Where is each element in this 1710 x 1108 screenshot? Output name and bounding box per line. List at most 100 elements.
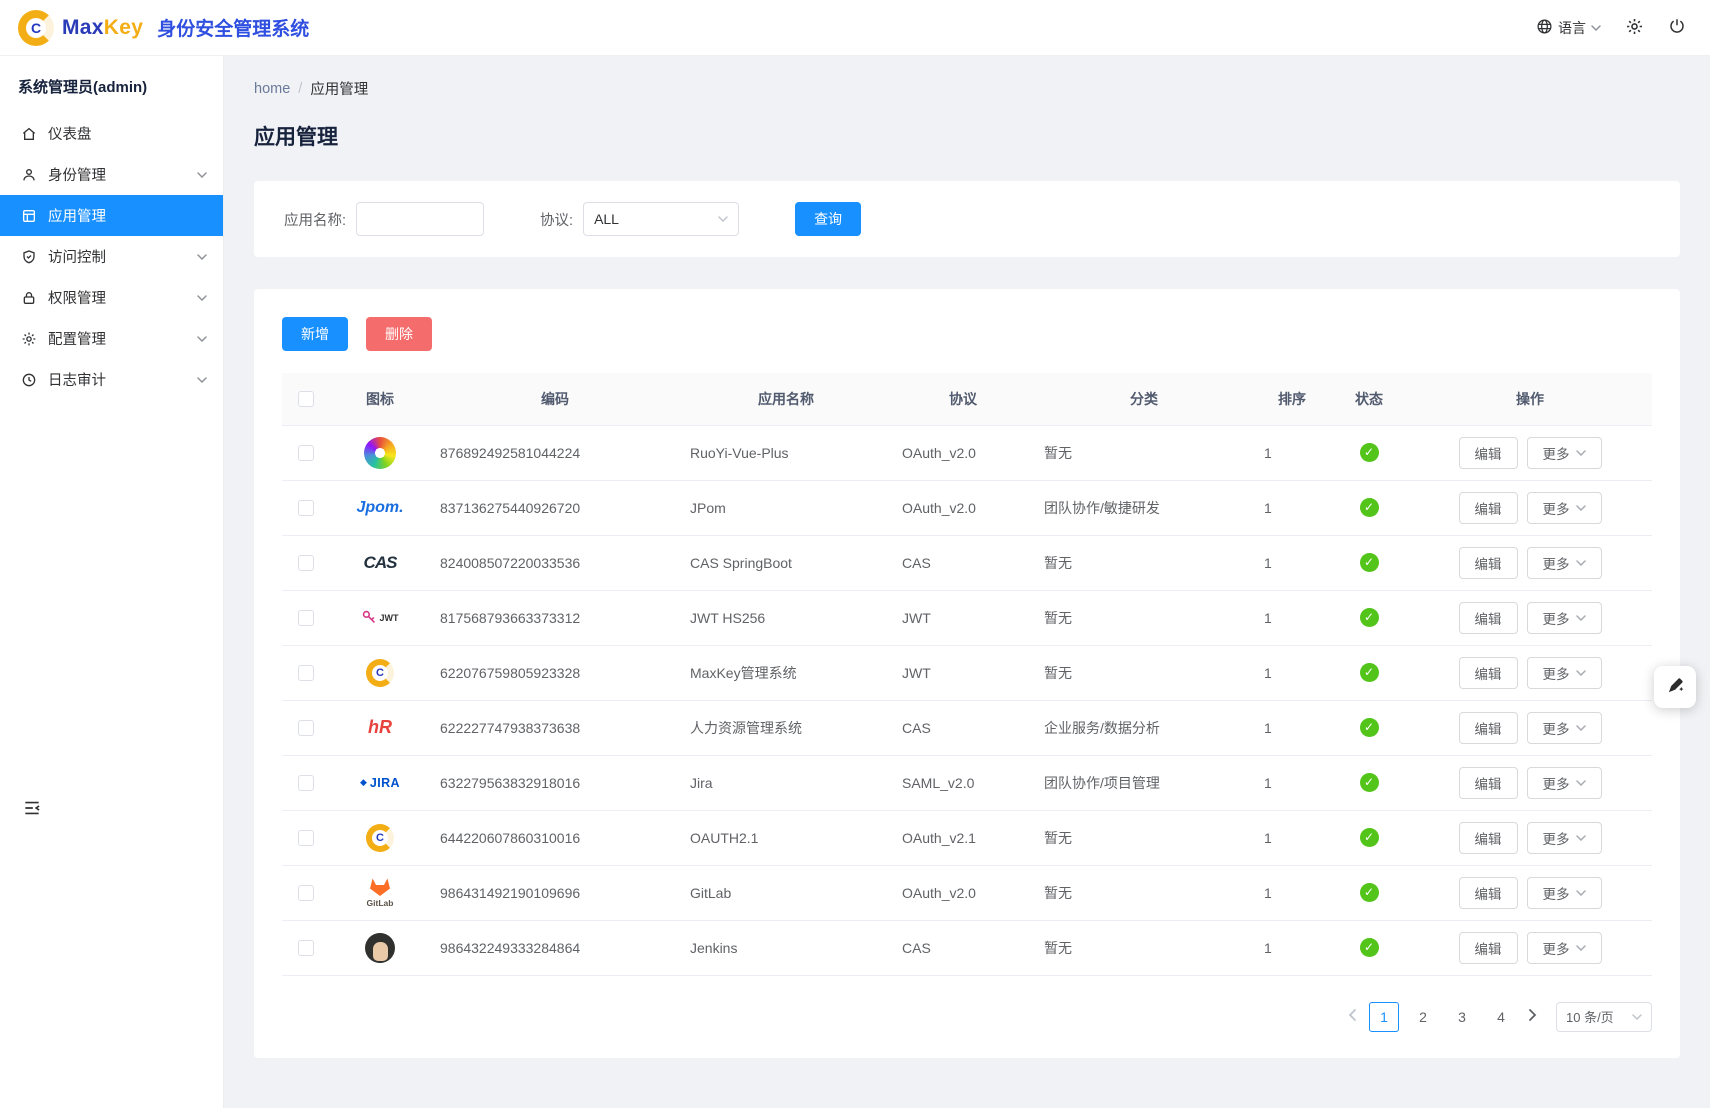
filter-panel: 应用名称: 协议: ALL 查询 (254, 181, 1680, 257)
protocol-label: 协议: (540, 209, 573, 230)
next-page-button[interactable] (1525, 1005, 1541, 1028)
page-button-1[interactable]: 1 (1369, 1002, 1399, 1032)
gitlab-logo-icon: GitLab (340, 877, 420, 908)
app-sort: 1 (1254, 535, 1330, 590)
chevron-down-icon (1576, 450, 1586, 456)
col-header-status: 状态 (1330, 373, 1408, 425)
app-protocol: OAuth_v2.0 (892, 865, 1034, 920)
search-button[interactable]: 查询 (795, 202, 861, 236)
more-button[interactable]: 更多 (1527, 932, 1602, 964)
configuration-icon (21, 331, 37, 347)
sidebar-item-configuration[interactable]: 配置管理 (0, 318, 223, 359)
sidebar-item-dashboard[interactable]: 仪表盘 (0, 113, 223, 154)
add-button[interactable]: 新增 (282, 317, 348, 351)
status-active-icon (1360, 828, 1379, 847)
app-category: 暂无 (1034, 425, 1254, 480)
row-checkbox[interactable] (298, 940, 314, 956)
settings-button[interactable] (1625, 17, 1644, 39)
dashboard-icon (21, 126, 37, 142)
brand-subtitle: 身份安全管理系统 (157, 14, 309, 41)
floating-annotation-tool-button[interactable] (1654, 666, 1696, 708)
select-all-checkbox[interactable] (298, 391, 314, 407)
more-button[interactable]: 更多 (1527, 437, 1602, 469)
app-name: OAUTH2.1 (680, 810, 892, 865)
status-active-icon (1360, 608, 1379, 627)
table-row: GitLab 986431492190109696 GitLab OAuth_v… (282, 865, 1652, 920)
edit-button[interactable]: 编辑 (1459, 712, 1518, 744)
sidebar-item-permissions[interactable]: 权限管理 (0, 277, 223, 318)
logout-button[interactable] (1668, 17, 1686, 38)
row-checkbox[interactable] (298, 720, 314, 736)
more-button[interactable]: 更多 (1527, 657, 1602, 689)
edit-button[interactable]: 编辑 (1459, 932, 1518, 964)
collapse-sidebar-button[interactable] (22, 798, 42, 821)
more-button[interactable]: 更多 (1527, 877, 1602, 909)
chevron-down-icon (1576, 560, 1586, 566)
chevron-down-icon (197, 377, 207, 383)
chevron-left-icon (1348, 1009, 1356, 1024)
row-checkbox[interactable] (298, 830, 314, 846)
app-protocol: OAuth_v2.1 (892, 810, 1034, 865)
page-size-select[interactable]: 10 条/页 (1556, 1002, 1652, 1032)
breadcrumb-home-link[interactable]: home (254, 81, 290, 97)
table-panel: 新增 删除 图标 编码 应用名称 协议 分类 (254, 289, 1680, 1058)
row-checkbox[interactable] (298, 445, 314, 461)
status-active-icon (1360, 773, 1379, 792)
menu-fold-icon (22, 805, 42, 821)
page-button-4[interactable]: 4 (1486, 1002, 1516, 1032)
row-checkbox[interactable] (298, 665, 314, 681)
sidebar-item-identity[interactable]: 身份管理 (0, 154, 223, 195)
chevron-down-icon (197, 172, 207, 178)
col-header-category: 分类 (1034, 373, 1254, 425)
app-sort: 1 (1254, 700, 1330, 755)
edit-button[interactable]: 编辑 (1459, 657, 1518, 689)
page-button-2[interactable]: 2 (1408, 1002, 1438, 1032)
edit-button[interactable]: 编辑 (1459, 767, 1518, 799)
maxkey-logo-icon: C (340, 824, 420, 852)
row-checkbox[interactable] (298, 775, 314, 791)
more-button[interactable]: 更多 (1527, 822, 1602, 854)
row-checkbox[interactable] (298, 500, 314, 516)
sidebar-item-access-control[interactable]: 访问控制 (0, 236, 223, 277)
edit-button[interactable]: 编辑 (1459, 822, 1518, 854)
more-button[interactable]: 更多 (1527, 767, 1602, 799)
col-header-icon: 图标 (330, 373, 430, 425)
page-title: 应用管理 (254, 121, 1680, 151)
app-category: 暂无 (1034, 535, 1254, 590)
table-row: ◆JIRA 632279563832918016 Jira SAML_v2.0 … (282, 755, 1652, 810)
edit-button[interactable]: 编辑 (1459, 877, 1518, 909)
row-checkbox[interactable] (298, 610, 314, 626)
edit-button[interactable]: 编辑 (1459, 437, 1518, 469)
app-code: 876892492581044224 (430, 425, 680, 480)
edit-button[interactable]: 编辑 (1459, 602, 1518, 634)
app-protocol: JWT (892, 645, 1034, 700)
more-button[interactable]: 更多 (1527, 712, 1602, 744)
status-active-icon (1360, 718, 1379, 737)
protocol-select[interactable]: ALL (583, 202, 739, 236)
sidebar-item-label: 访问控制 (48, 246, 106, 267)
app-code: 837136275440926720 (430, 480, 680, 535)
row-checkbox[interactable] (298, 885, 314, 901)
status-active-icon (1360, 553, 1379, 572)
edit-button[interactable]: 编辑 (1459, 492, 1518, 524)
more-button[interactable]: 更多 (1527, 547, 1602, 579)
more-button[interactable]: 更多 (1527, 492, 1602, 524)
page-size-value: 10 条/页 (1566, 1007, 1614, 1026)
more-button[interactable]: 更多 (1527, 602, 1602, 634)
language-switcher[interactable]: 语言 (1536, 18, 1601, 38)
row-checkbox[interactable] (298, 555, 314, 571)
cas-logo-icon: CAS (340, 553, 420, 573)
table-row: JWT 817568793663373312 JWT HS256 JWT 暂无 … (282, 590, 1652, 645)
app-category: 企业服务/数据分析 (1034, 700, 1254, 755)
chevron-down-icon (1576, 890, 1586, 896)
app-sort: 1 (1254, 755, 1330, 810)
app-name-input[interactable] (356, 202, 484, 236)
delete-button[interactable]: 删除 (366, 317, 432, 351)
edit-button[interactable]: 编辑 (1459, 547, 1518, 579)
sidebar-item-audit-log[interactable]: 日志审计 (0, 359, 223, 400)
app-sort: 1 (1254, 865, 1330, 920)
sidebar-item-applications[interactable]: 应用管理 (0, 195, 223, 236)
prev-page-button[interactable] (1344, 1005, 1360, 1028)
app-name: JPom (680, 480, 892, 535)
page-button-3[interactable]: 3 (1447, 1002, 1477, 1032)
